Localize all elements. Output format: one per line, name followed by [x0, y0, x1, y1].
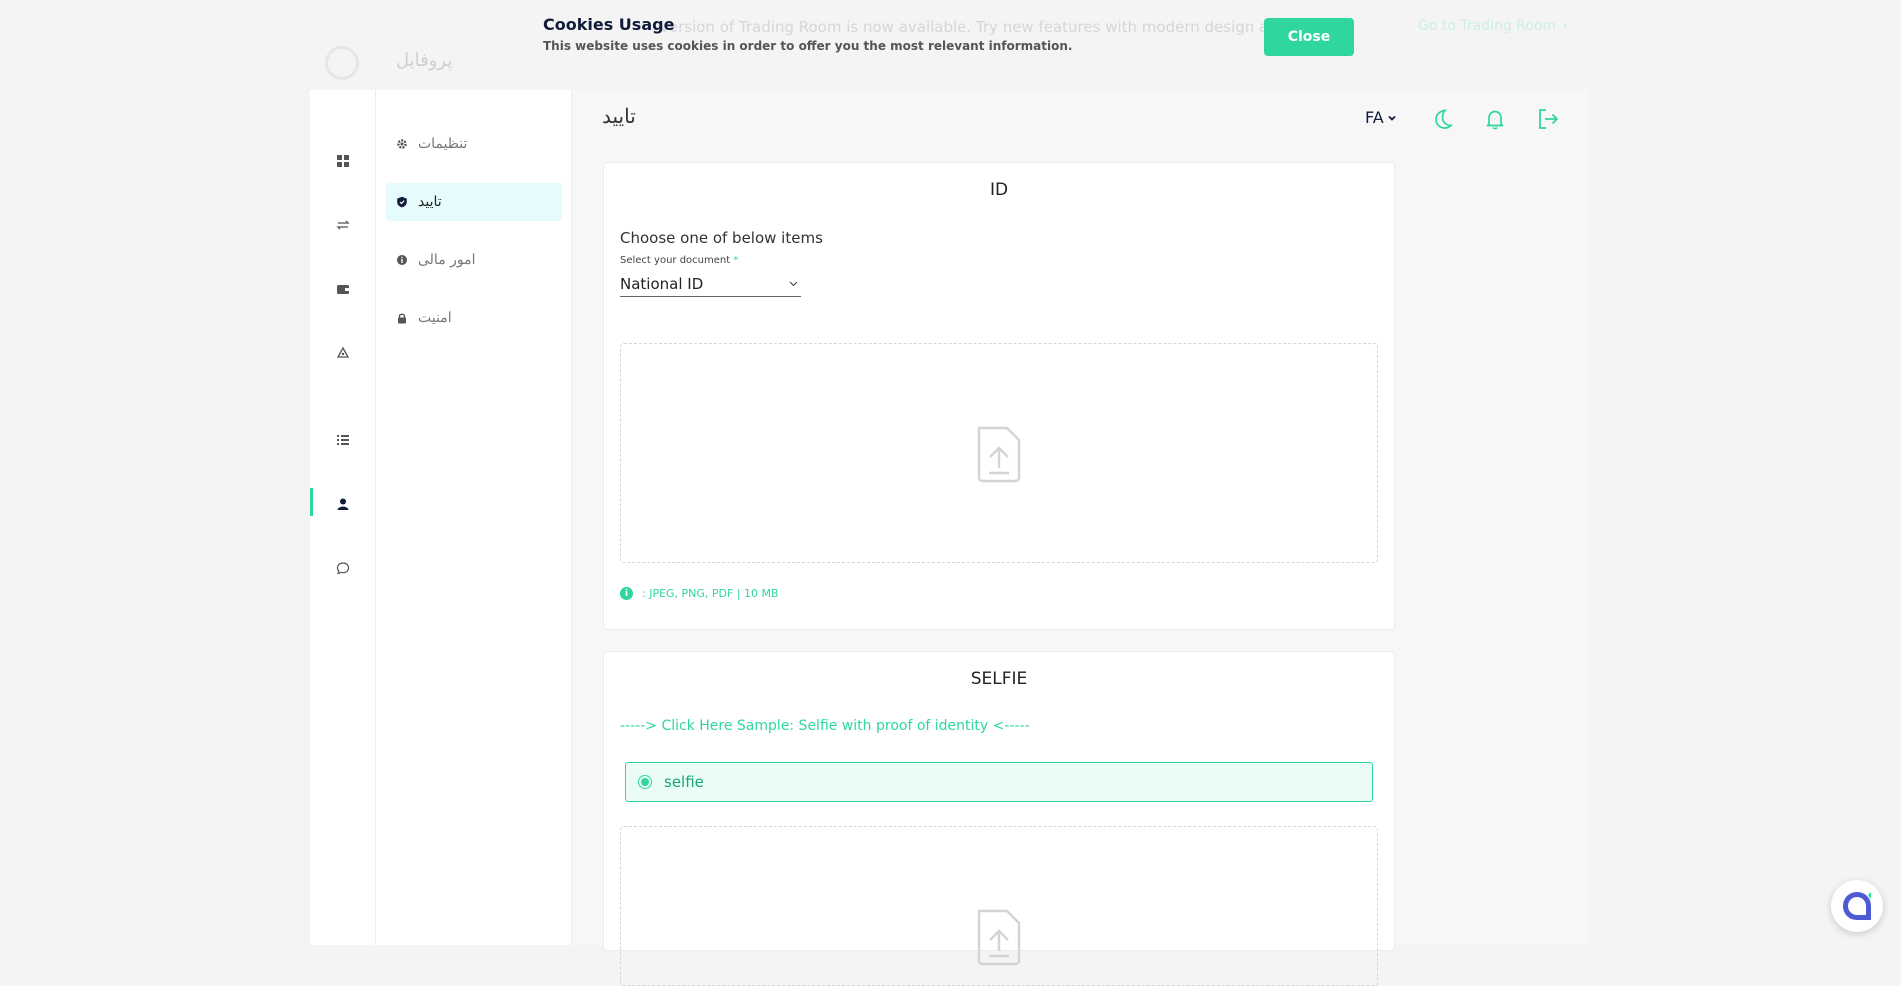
id-upload-dropzone[interactable] — [620, 343, 1378, 563]
chevron-down-icon — [789, 281, 798, 287]
cookie-description: This website uses cookies in order to of… — [543, 39, 1073, 53]
cookie-notice: Cookies Usage This website uses cookies … — [543, 15, 1072, 53]
submenu-label: تایید — [418, 194, 442, 210]
banner-link-label: Go to Trading Room — [1418, 18, 1557, 34]
submenu-item-security[interactable]: امنیت — [386, 299, 562, 337]
file-upload-icon — [977, 909, 1021, 966]
cookie-close-button[interactable]: Close — [1264, 18, 1354, 56]
rail-exchange[interactable] — [310, 211, 376, 239]
chevron-right-icon: › — [1562, 18, 1568, 34]
required-mark: * — [733, 255, 739, 266]
submenu-item-settings[interactable]: تنظیمات — [386, 125, 562, 163]
rail-wallet[interactable] — [310, 275, 376, 303]
rail-recycle[interactable] — [310, 339, 376, 367]
id-card-title: ID — [989, 180, 1009, 200]
submenu-label: امنیت — [418, 310, 452, 326]
select-label: Select your document * — [620, 255, 738, 266]
file-format-hint: i : JPEG, PNG, PDF | 10 MB — [620, 587, 779, 600]
selfie-card-title: SELFIE — [970, 669, 1028, 689]
support-logo-icon — [1843, 892, 1871, 920]
profile-submenu: تنظیمات تایید امور مالی امنیت — [376, 90, 572, 945]
banner-link[interactable]: Go to Trading Room › — [1418, 18, 1568, 34]
submenu-item-verification[interactable]: تایید — [386, 183, 562, 221]
selfie-radio[interactable] — [638, 775, 652, 789]
id-card: ID Choose one of below items Select your… — [603, 162, 1395, 630]
document-select-value: National ID — [620, 274, 704, 293]
dashboard-icon — [337, 155, 349, 167]
chevron-down-icon — [1388, 115, 1396, 121]
wallet-icon — [337, 285, 349, 294]
language-label: FA — [1365, 108, 1384, 127]
active-indicator — [310, 488, 313, 516]
gear-icon — [397, 139, 407, 149]
submenu-label: تنظیمات — [418, 136, 468, 152]
rail-chat[interactable] — [310, 554, 376, 582]
select-label-text: Select your document — [620, 255, 731, 266]
file-format-text: : JPEG, PNG, PDF | 10 MB — [642, 587, 779, 600]
submenu-item-finance[interactable]: امور مالی — [386, 241, 562, 279]
page-title: تایید — [602, 104, 636, 128]
rail-list[interactable] — [310, 426, 376, 454]
logout-icon[interactable] — [1535, 106, 1561, 132]
rail-profile[interactable] — [310, 488, 376, 518]
icon-rail — [310, 90, 376, 945]
brand-logo-icon — [325, 46, 359, 80]
selfie-option[interactable]: selfie — [625, 762, 1373, 802]
rail-dashboard[interactable] — [310, 147, 376, 175]
selfie-sample-link[interactable]: -----> Click Here Sample: Selfie with pr… — [620, 718, 1030, 734]
lock-icon — [398, 313, 406, 324]
info-icon: i — [620, 587, 633, 600]
info-icon — [397, 255, 407, 265]
radio-dot — [641, 778, 649, 786]
submenu-label: امور مالی — [418, 252, 476, 268]
cookie-title: Cookies Usage — [543, 15, 675, 34]
main-content: تایید FA ID Choose one of below items Se… — [572, 90, 1589, 986]
file-upload-icon — [977, 426, 1021, 483]
bell-icon[interactable] — [1482, 106, 1508, 132]
recycle-icon — [336, 346, 350, 358]
document-select[interactable]: National ID — [620, 271, 801, 297]
selfie-option-label: selfie — [664, 773, 704, 791]
selfie-upload-dropzone[interactable] — [620, 826, 1378, 986]
profile-title: پروفایل — [396, 50, 453, 71]
user-icon — [337, 498, 349, 510]
list-icon — [337, 435, 349, 445]
moon-icon[interactable] — [1429, 106, 1455, 132]
choose-text: Choose one of below items — [620, 229, 823, 247]
selfie-card: SELFIE -----> Click Here Sample: Selfie … — [603, 651, 1395, 986]
exchange-icon — [336, 220, 350, 230]
language-selector[interactable]: FA — [1365, 108, 1397, 127]
support-chat-button[interactable] — [1831, 880, 1883, 932]
chat-icon — [336, 562, 350, 575]
shield-icon — [397, 196, 407, 208]
